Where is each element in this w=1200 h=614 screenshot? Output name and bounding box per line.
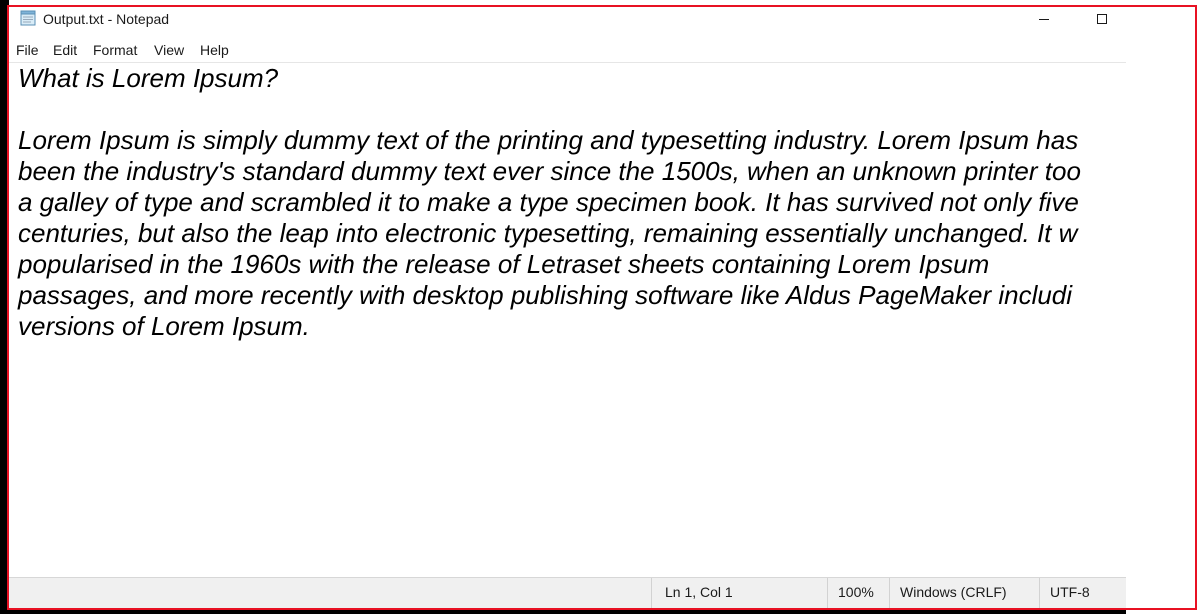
document-line: versions of Lorem Ipsum. [18,311,310,341]
menu-edit[interactable]: Edit [53,42,77,58]
document-heading: What is Lorem Ipsum? [18,63,279,93]
maximize-icon [1097,14,1107,24]
window-title: Output.txt - Notepad [43,11,170,27]
document-line: passages, and more recently with desktop… [18,280,1073,310]
minimize-button[interactable] [1021,0,1067,38]
desktop-edge-left [0,0,9,614]
menu-format[interactable]: Format [93,42,137,58]
line-ending: Windows (CRLF) [889,578,1039,609]
notepad-window: Output.txt - Notepad File Edit Format Vi… [9,0,1126,609]
encoding: UTF-8 [1039,578,1126,609]
document-line: been the industry's standard dummy text … [18,156,1081,186]
status-bar: Ln 1, Col 1 100% Windows (CRLF) UTF-8 [9,577,1126,609]
text-editor[interactable]: What is Lorem Ipsum? Lorem Ipsum is simp… [9,63,1126,577]
notepad-icon [20,10,37,26]
document-text[interactable]: What is Lorem Ipsum? Lorem Ipsum is simp… [18,63,1081,342]
menu-view[interactable]: View [154,42,184,58]
document-line: popularised in the 1960s with the releas… [18,249,990,279]
document-line: a galley of type and scrambled it to mak… [18,187,1079,217]
document-line: Lorem Ipsum is simply dummy text of the … [18,125,1079,155]
zoom-level: 100% [827,578,889,609]
desktop-edge-bottom [0,609,1126,614]
menu-bar: File Edit Format View Help [9,38,1126,63]
menu-file[interactable]: File [16,42,39,58]
menu-help[interactable]: Help [200,42,229,58]
cursor-position: Ln 1, Col 1 [651,578,827,609]
minimize-icon [1039,18,1049,20]
document-line: centuries, but also the leap into electr… [18,218,1078,248]
maximize-button[interactable] [1079,0,1125,38]
title-bar[interactable]: Output.txt - Notepad [9,0,1126,38]
